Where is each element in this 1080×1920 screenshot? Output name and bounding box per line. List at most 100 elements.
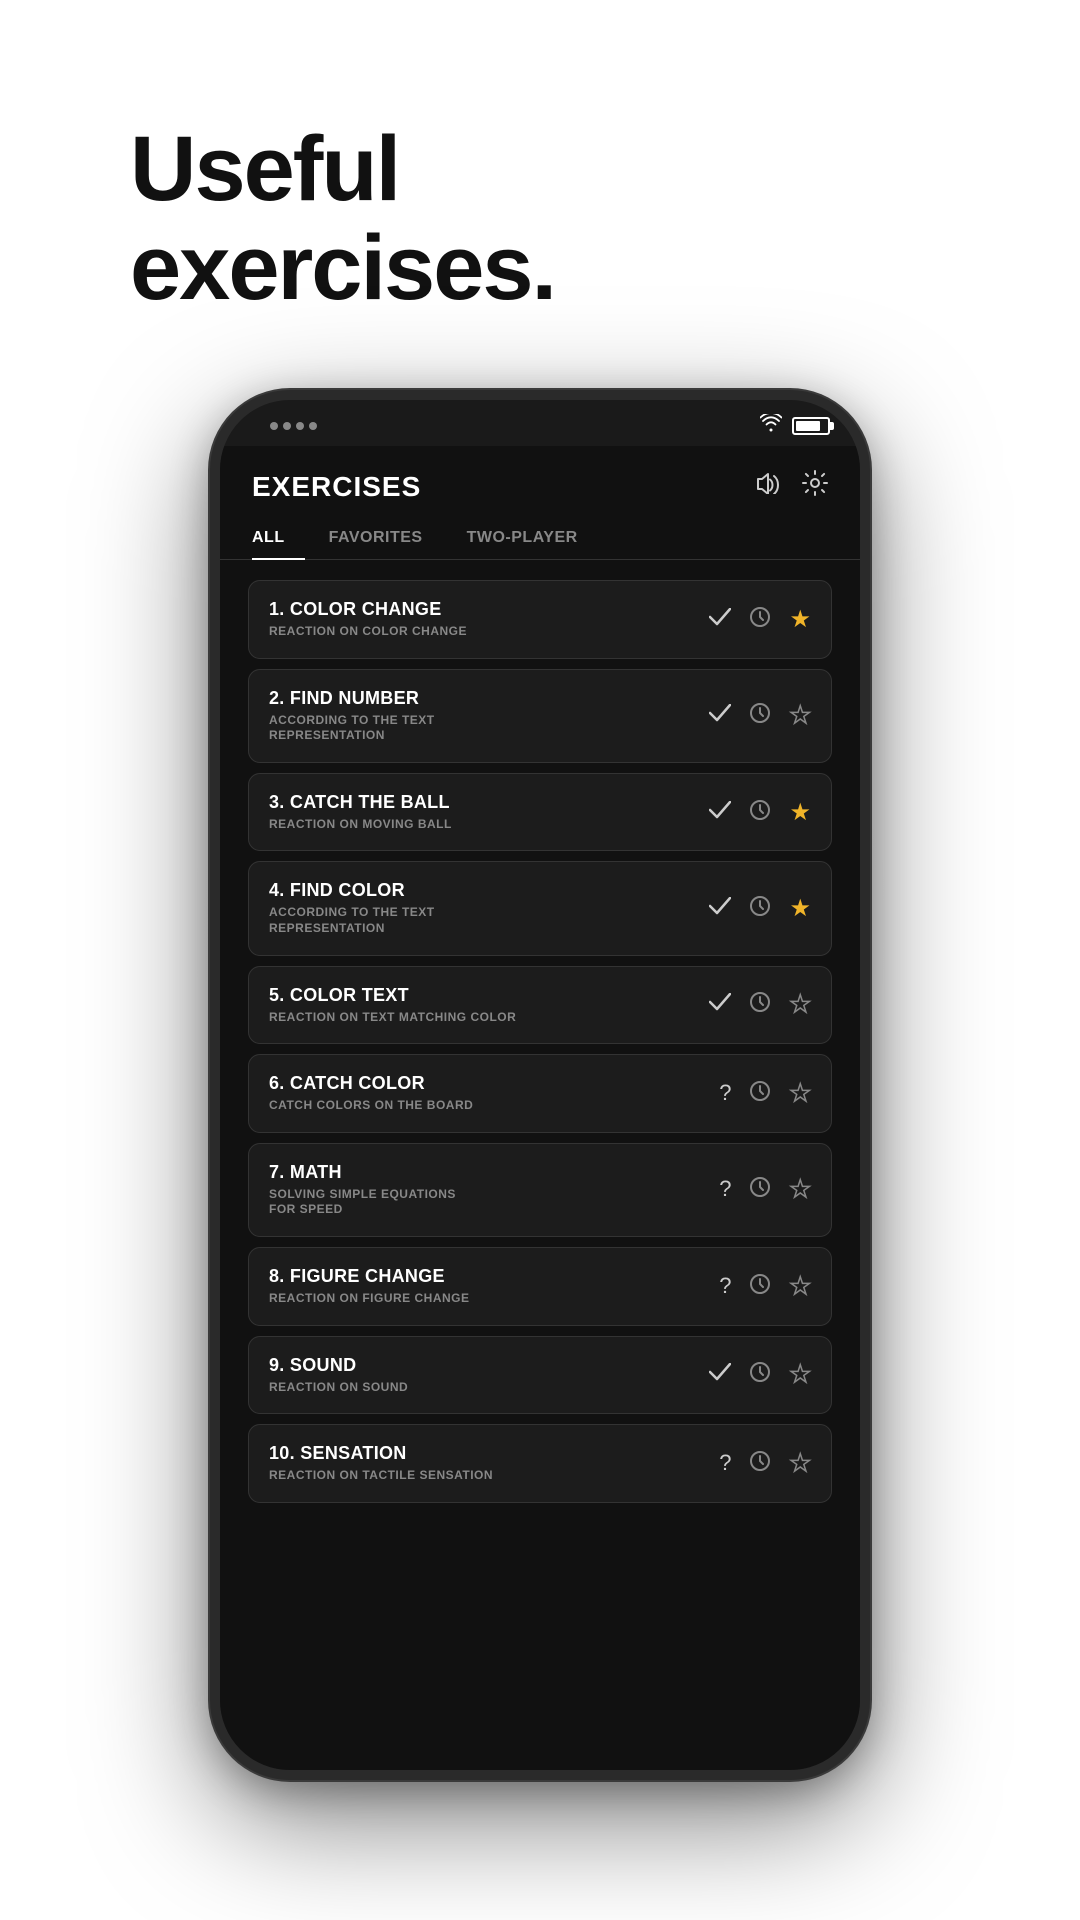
exercise-title: 8. FIGURE CHANGE	[269, 1266, 719, 1287]
status-icon[interactable]: ?	[719, 1082, 731, 1105]
status-icon[interactable]	[709, 1363, 731, 1386]
exercise-item-2[interactable]: 2. FIND NUMBER ACCORDING TO THE TEXTREPR…	[248, 669, 832, 763]
status-icon[interactable]	[709, 993, 731, 1016]
status-icon[interactable]	[709, 801, 731, 824]
exercise-title: 1. COLOR CHANGE	[269, 599, 709, 620]
exercise-subtitle: CATCH COLORS ON THE BOARD	[269, 1098, 719, 1114]
star-icon-empty[interactable]: ★	[789, 990, 811, 1019]
exercise-subtitle: REACTION ON COLOR CHANGE	[269, 624, 709, 640]
exercise-actions: ★	[709, 894, 811, 923]
history-icon[interactable]	[749, 799, 771, 826]
exercise-title: 2. FIND NUMBER	[269, 688, 709, 709]
exercise-item-8[interactable]: 8. FIGURE CHANGE REACTION ON FIGURE CHAN…	[248, 1247, 832, 1326]
battery-fill	[796, 421, 820, 431]
exercise-subtitle: ACCORDING TO THE TEXTREPRESENTATION	[269, 713, 709, 744]
exercise-list: 1. COLOR CHANGE REACTION ON COLOR CHANGE…	[220, 580, 860, 1513]
exercise-subtitle: REACTION ON TACTILE SENSATION	[269, 1468, 719, 1484]
exercise-title: 5. COLOR TEXT	[269, 985, 709, 1006]
exercise-actions: ★	[709, 798, 811, 827]
sound-icon[interactable]	[756, 472, 782, 501]
exercise-actions: ? ★	[719, 1079, 811, 1108]
history-icon[interactable]	[749, 1450, 771, 1477]
history-icon[interactable]	[749, 1080, 771, 1107]
star-icon-filled[interactable]: ★	[789, 894, 811, 923]
exercise-item-4[interactable]: 4. FIND COLOR ACCORDING TO THE TEXTREPRE…	[248, 861, 832, 955]
exercise-title: 3. CATCH THE BALL	[269, 792, 709, 813]
exercise-subtitle: REACTION ON FIGURE CHANGE	[269, 1291, 719, 1307]
star-icon-empty[interactable]: ★	[789, 1449, 811, 1478]
history-icon[interactable]	[749, 1361, 771, 1388]
exercise-subtitle: REACTION ON SOUND	[269, 1380, 709, 1396]
exercise-info: 10. SENSATION REACTION ON TACTILE SENSAT…	[269, 1443, 719, 1484]
headline-line2: exercises.	[130, 219, 555, 318]
star-icon-filled[interactable]: ★	[789, 798, 811, 827]
tabs: ALL FAVORITES TWO-PLAYER	[220, 519, 860, 560]
star-icon-empty[interactable]: ★	[789, 1079, 811, 1108]
signal-dot-4	[309, 422, 317, 430]
headline: Useful exercises.	[130, 120, 555, 319]
exercise-subtitle: REACTION ON TEXT MATCHING COLOR	[269, 1010, 709, 1026]
star-icon-empty[interactable]: ★	[789, 1175, 811, 1204]
exercise-actions: ★	[709, 605, 811, 634]
page-background: Useful exercises.	[0, 0, 1080, 1920]
tab-two-player[interactable]: TWO-PLAYER	[467, 519, 598, 559]
settings-icon[interactable]	[802, 470, 828, 503]
exercise-item-1[interactable]: 1. COLOR CHANGE REACTION ON COLOR CHANGE…	[248, 580, 832, 659]
exercise-subtitle: ACCORDING TO THE TEXTREPRESENTATION	[269, 905, 709, 936]
status-bar	[220, 400, 860, 446]
phone-frame: EXERCISES	[210, 390, 870, 1780]
star-icon-empty[interactable]: ★	[789, 701, 811, 730]
exercise-info: 1. COLOR CHANGE REACTION ON COLOR CHANGE	[269, 599, 709, 640]
exercise-item-9[interactable]: 9. SOUND REACTION ON SOUND ★	[248, 1336, 832, 1415]
exercise-info: 4. FIND COLOR ACCORDING TO THE TEXTREPRE…	[269, 880, 709, 936]
history-icon[interactable]	[749, 991, 771, 1018]
exercise-actions: ★	[709, 990, 811, 1019]
exercise-title: 6. CATCH COLOR	[269, 1073, 719, 1094]
exercise-subtitle: SOLVING SIMPLE EQUATIONSFOR SPEED	[269, 1187, 719, 1218]
exercise-item-5[interactable]: 5. COLOR TEXT REACTION ON TEXT MATCHING …	[248, 966, 832, 1045]
status-icon[interactable]: ?	[719, 1275, 731, 1298]
screen: EXERCISES	[220, 446, 860, 1770]
exercise-title: 9. SOUND	[269, 1355, 709, 1376]
history-icon[interactable]	[749, 1273, 771, 1300]
exercise-item-3[interactable]: 3. CATCH THE BALL REACTION ON MOVING BAL…	[248, 773, 832, 852]
exercise-info: 7. MATH SOLVING SIMPLE EQUATIONSFOR SPEE…	[269, 1162, 719, 1218]
history-icon[interactable]	[749, 895, 771, 922]
exercise-info: 2. FIND NUMBER ACCORDING TO THE TEXTREPR…	[269, 688, 709, 744]
battery-icon	[792, 417, 830, 435]
headline-line1: Useful	[130, 120, 555, 219]
exercise-actions: ? ★	[719, 1449, 811, 1478]
star-icon-empty[interactable]: ★	[789, 1360, 811, 1389]
status-icon[interactable]	[709, 608, 731, 631]
wifi-icon	[760, 414, 782, 438]
exercise-actions: ? ★	[719, 1175, 811, 1204]
star-icon-empty[interactable]: ★	[789, 1272, 811, 1301]
status-icon[interactable]	[709, 897, 731, 920]
exercise-item-6[interactable]: 6. CATCH COLOR CATCH COLORS ON THE BOARD…	[248, 1054, 832, 1133]
exercise-title: 10. SENSATION	[269, 1443, 719, 1464]
signal-dots	[270, 422, 317, 430]
history-icon[interactable]	[749, 702, 771, 729]
status-icon[interactable]	[709, 704, 731, 727]
status-icon[interactable]: ?	[719, 1452, 731, 1475]
exercise-subtitle: REACTION ON MOVING BALL	[269, 817, 709, 833]
exercise-info: 3. CATCH THE BALL REACTION ON MOVING BAL…	[269, 792, 709, 833]
status-icon[interactable]: ?	[719, 1178, 731, 1201]
exercise-info: 5. COLOR TEXT REACTION ON TEXT MATCHING …	[269, 985, 709, 1026]
exercise-title: 4. FIND COLOR	[269, 880, 709, 901]
signal-dot-1	[270, 422, 278, 430]
history-icon[interactable]	[749, 606, 771, 633]
exercise-item-10[interactable]: 10. SENSATION REACTION ON TACTILE SENSAT…	[248, 1424, 832, 1503]
exercise-info: 8. FIGURE CHANGE REACTION ON FIGURE CHAN…	[269, 1266, 719, 1307]
tab-favorites[interactable]: FAVORITES	[329, 519, 443, 559]
history-icon[interactable]	[749, 1176, 771, 1203]
exercise-info: 9. SOUND REACTION ON SOUND	[269, 1355, 709, 1396]
star-icon-filled[interactable]: ★	[789, 605, 811, 634]
exercise-actions: ? ★	[719, 1272, 811, 1301]
tab-all[interactable]: ALL	[252, 519, 305, 559]
exercise-info: 6. CATCH COLOR CATCH COLORS ON THE BOARD	[269, 1073, 719, 1114]
exercise-item-7[interactable]: 7. MATH SOLVING SIMPLE EQUATIONSFOR SPEE…	[248, 1143, 832, 1237]
signal-dot-3	[296, 422, 304, 430]
signal-dot-2	[283, 422, 291, 430]
exercise-title: 7. MATH	[269, 1162, 719, 1183]
